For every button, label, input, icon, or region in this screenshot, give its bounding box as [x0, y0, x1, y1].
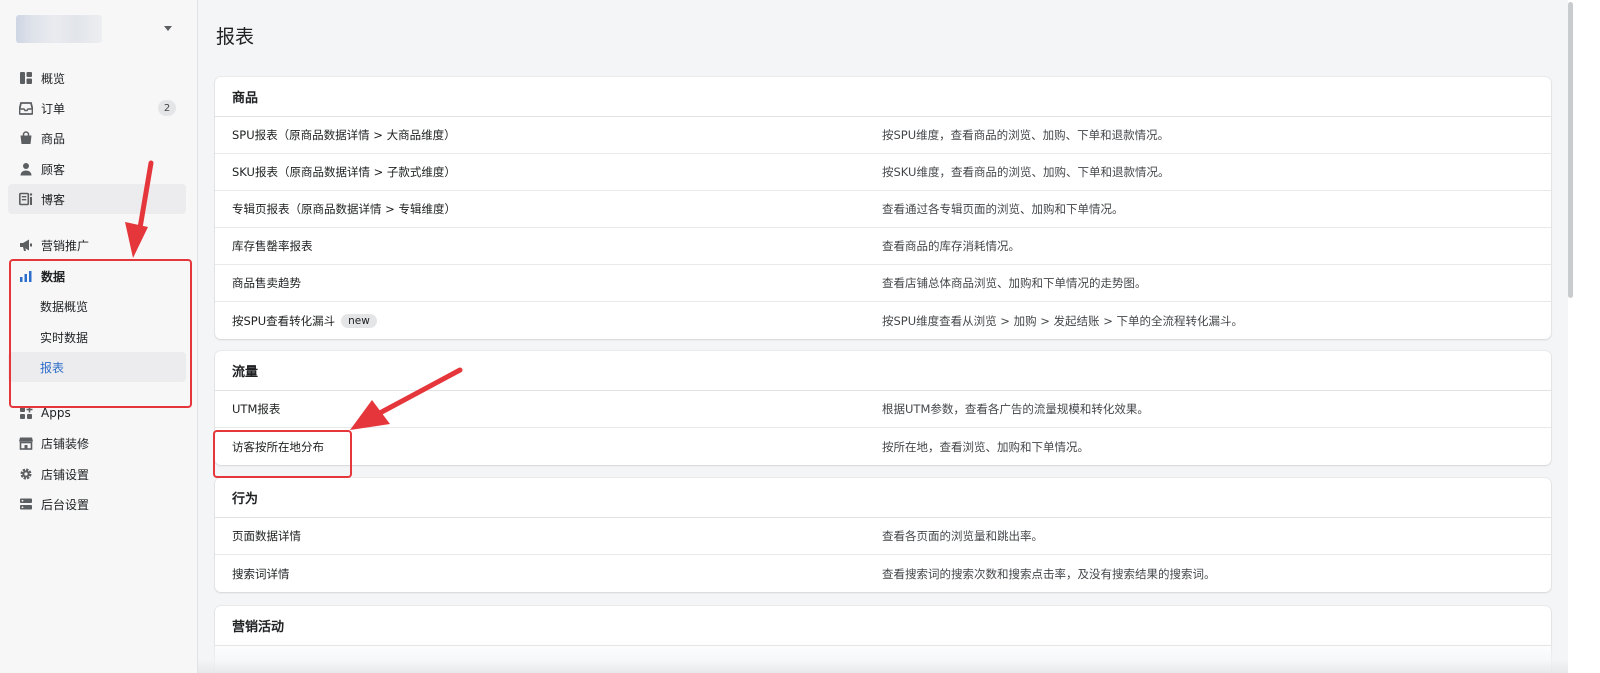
scroll-fade [198, 640, 1568, 673]
sidebar-item-label: 概览 [41, 71, 66, 86]
sidebar-item-orders[interactable]: 订单 2 [8, 93, 186, 123]
sidebar-item-overview[interactable]: 概览 [8, 63, 186, 93]
report-name[interactable]: SPU报表（原商品数据详情 > 大商品维度） [232, 127, 456, 143]
report-desc: 查看各页面的浏览量和跳出率。 [882, 529, 1043, 543]
report-desc: 查看通过各专辑页面的浏览、加购和下单情况。 [882, 202, 1124, 216]
report-row-utm[interactable]: UTM报表 根据UTM参数，查看各广告的流量规模和转化效果。 [215, 391, 1551, 428]
sidebar-item-label: Apps [41, 406, 71, 420]
sidebar-item-marketing[interactable]: 营销推广 [8, 230, 186, 260]
report-row-funnel[interactable]: 按SPU查看转化漏斗 new 按SPU维度查看从浏览 > 加购 > 发起结账 >… [215, 302, 1551, 339]
report-row-sell-through[interactable]: 库存售罄率报表 查看商品的库存消耗情况。 [215, 228, 1551, 265]
annotation-box-visitor-location [213, 430, 352, 478]
report-desc: 按所在地，查看浏览、加购和下单情况。 [882, 439, 1089, 454]
person-icon [19, 162, 33, 176]
sidebar-item-label: 订单 [41, 101, 66, 116]
report-row-sku[interactable]: SKU报表（原商品数据详情 > 子款式维度） 按SKU维度，查看商品的浏览、加购… [215, 154, 1551, 191]
new-badge: new [341, 313, 377, 328]
section-behavior: 行为 页面数据详情 查看各页面的浏览量和跳出率。 搜索词详情 查看搜索词的搜索次… [215, 478, 1551, 592]
sidebar-item-label: 商品 [41, 131, 66, 146]
sidebar-item-label: 顾客 [41, 162, 66, 177]
report-desc: 查看店铺总体商品浏览、加购和下单情况的走势图。 [882, 276, 1147, 290]
gear-icon [19, 467, 33, 481]
report-name[interactable]: SKU报表（原商品数据详情 > 子款式维度） [232, 164, 456, 180]
report-row-search-terms[interactable]: 搜索词详情 查看搜索词的搜索次数和搜索点击率，及没有搜索结果的搜索词。 [215, 555, 1551, 592]
order-count-badge: 2 [158, 100, 176, 116]
blog-icon [19, 192, 33, 206]
report-desc: 按SPU维度，查看商品的浏览、加购、下单和退款情况。 [882, 128, 1170, 142]
megaphone-icon [19, 238, 33, 252]
bag-icon [19, 131, 33, 145]
caret-down-icon [164, 26, 172, 31]
report-row-page-data[interactable]: 页面数据详情 查看各页面的浏览量和跳出率。 [215, 518, 1551, 555]
overview-icon [19, 71, 33, 85]
report-name[interactable]: 页面数据详情 [232, 528, 301, 544]
section-title: 流量 [215, 351, 1551, 391]
section-traffic: 流量 UTM报表 根据UTM参数，查看各广告的流量规模和转化效果。 访客按所在地… [215, 351, 1551, 465]
store-icon [19, 436, 33, 450]
report-name[interactable]: 按SPU查看转化漏斗 [232, 313, 335, 329]
page-scrollbar[interactable] [1568, 0, 1600, 673]
report-desc: 按SPU维度查看从浏览 > 加购 > 发起结账 > 下单的全流程转化漏斗。 [882, 313, 1243, 328]
report-desc: 按SKU维度，查看商品的浏览、加购、下单和退款情况。 [882, 165, 1170, 179]
sidebar-item-label: 营销推广 [41, 238, 90, 253]
sidebar-item-label: 店铺设置 [41, 467, 90, 482]
sidebar-item-products[interactable]: 商品 [8, 123, 186, 153]
section-title: 商品 [215, 77, 1551, 117]
store-logo [16, 15, 102, 43]
report-name[interactable]: 搜索词详情 [232, 566, 290, 582]
sidebar-item-admin-settings[interactable]: 后台设置 [8, 489, 186, 519]
report-name-with-tag[interactable]: 按SPU查看转化漏斗 new [232, 313, 377, 329]
server-icon [19, 497, 33, 511]
report-desc: 查看商品的库存消耗情况。 [882, 239, 1020, 253]
report-row-collection[interactable]: 专辑页报表（原商品数据详情 > 专辑维度） 查看通过各专辑页面的浏览、加购和下单… [215, 191, 1551, 228]
apps-icon [19, 406, 33, 420]
sidebar-item-blog[interactable]: 博客 [8, 184, 186, 214]
scrollbar-thumb[interactable] [1568, 2, 1573, 298]
section-title: 行为 [215, 478, 1551, 518]
report-desc: 查看搜索词的搜索次数和搜索点击率，及没有搜索结果的搜索词。 [882, 566, 1216, 581]
sidebar-item-store-design[interactable]: 店铺装修 [8, 428, 186, 458]
sidebar-item-customers[interactable]: 顾客 [8, 154, 186, 184]
sidebar-item-label: 店铺装修 [41, 436, 90, 451]
report-name[interactable]: 专辑页报表（原商品数据详情 > 专辑维度） [232, 201, 456, 217]
section-products: 商品 SPU报表（原商品数据详情 > 大商品维度） 按SPU维度，查看商品的浏览… [215, 77, 1551, 339]
report-name[interactable]: 商品售卖趋势 [232, 275, 301, 291]
report-row-spu[interactable]: SPU报表（原商品数据详情 > 大商品维度） 按SPU维度，查看商品的浏览、加购… [215, 117, 1551, 154]
page-title: 报表 [216, 26, 255, 48]
sidebar-item-store-settings[interactable]: 店铺设置 [8, 459, 186, 489]
report-name[interactable]: UTM报表 [232, 401, 280, 417]
report-row-sales-trend[interactable]: 商品售卖趋势 查看店铺总体商品浏览、加购和下单情况的走势图。 [215, 265, 1551, 302]
sidebar-item-label: 博客 [41, 192, 66, 207]
inbox-icon [19, 101, 33, 115]
annotation-box-analytics [9, 259, 192, 408]
sidebar-item-label: 后台设置 [41, 497, 90, 512]
report-row-visitor-location[interactable]: 访客按所在地分布 按所在地，查看浏览、加购和下单情况。 [215, 428, 1551, 465]
store-switcher[interactable] [16, 14, 182, 44]
report-name[interactable]: 库存售罄率报表 [232, 238, 313, 254]
report-desc: 根据UTM参数，查看各广告的流量规模和转化效果。 [882, 402, 1149, 416]
main-content: 报表 商品 SPU报表（原商品数据详情 > 大商品维度） 按SPU维度，查看商品… [198, 0, 1568, 673]
